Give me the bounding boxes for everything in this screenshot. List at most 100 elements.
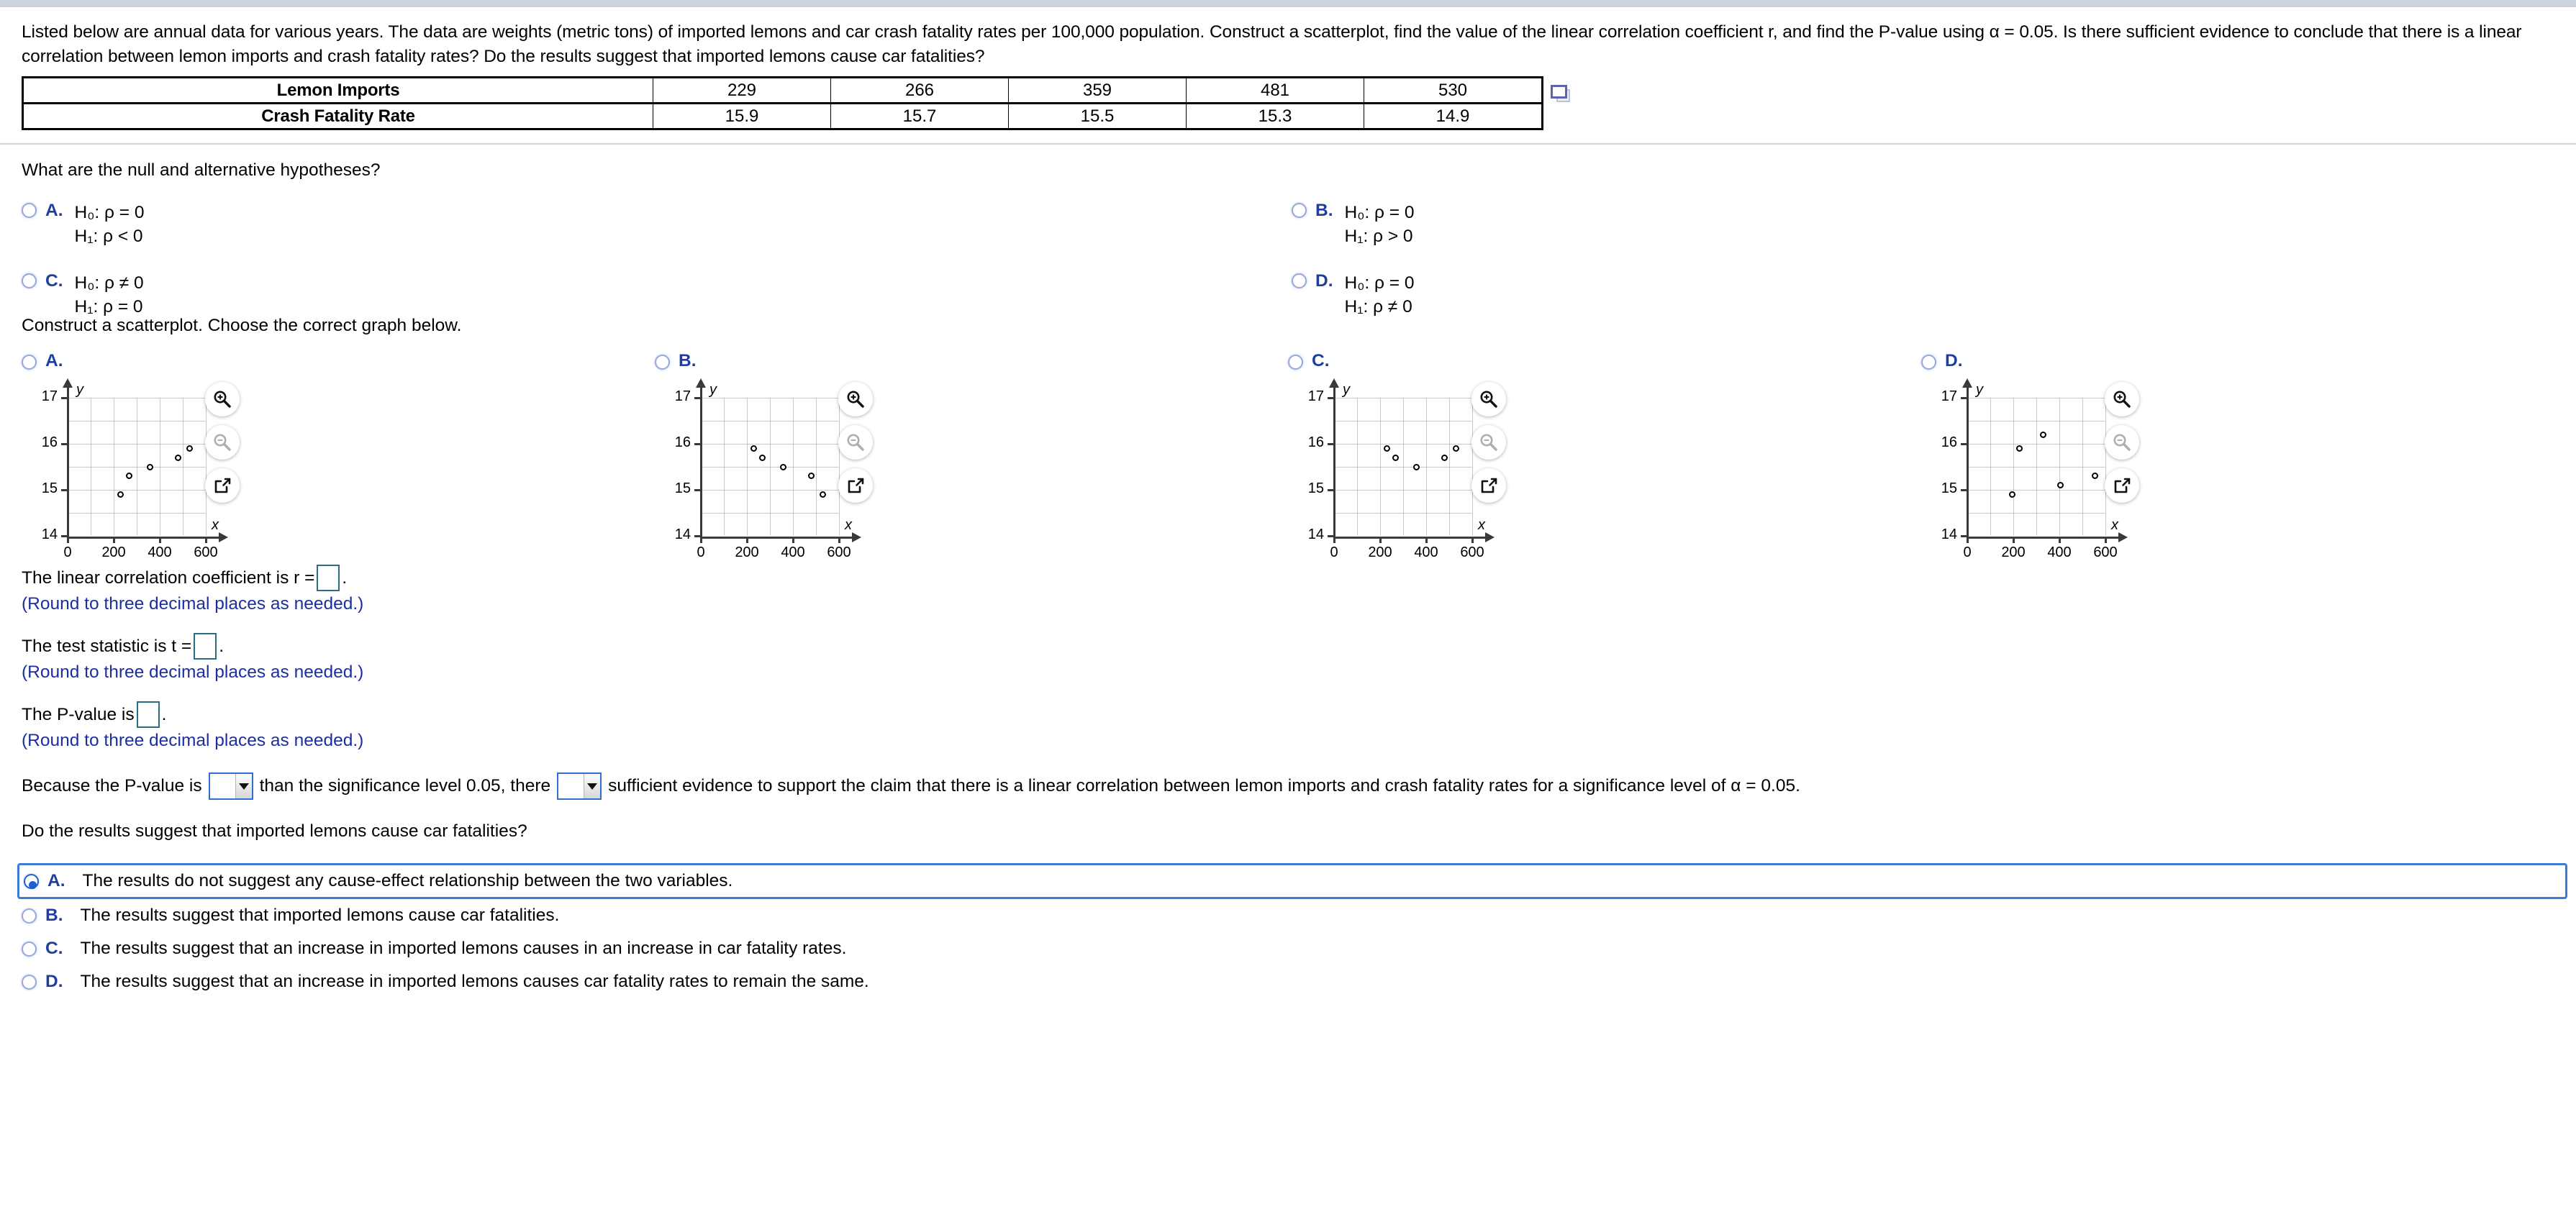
- scatterplot-option-header[interactable]: C.: [1288, 351, 1525, 370]
- data-point: [147, 463, 154, 470]
- chevron-down-icon[interactable]: [235, 774, 252, 798]
- copy-to-clipboard-icon[interactable]: [1551, 85, 1570, 102]
- data-point: [750, 445, 757, 452]
- y-axis: [1962, 378, 1972, 539]
- y-tick-label: 14: [41, 527, 58, 542]
- option-letter: C.: [1312, 351, 1330, 370]
- y-tick-label: 14: [1307, 527, 1324, 542]
- radio-button[interactable]: [22, 203, 37, 218]
- radio-button[interactable]: [24, 873, 39, 889]
- chevron-down-icon[interactable]: [584, 774, 601, 798]
- data-point: [2008, 491, 2015, 498]
- scatterplot-graph[interactable]: 14 15 16 17 0 200 400 600 y x: [22, 378, 259, 560]
- scatterplot-graph[interactable]: 14 15 16 17 0 200 400 600 y x: [655, 378, 892, 560]
- plot-toolbar: [1471, 382, 1506, 511]
- null-hypothesis: H₀: ρ = 0: [1344, 273, 1415, 293]
- x-tick: [700, 537, 702, 543]
- zoom-in-icon[interactable]: [838, 382, 873, 416]
- pop-out-icon[interactable]: [1471, 468, 1506, 503]
- cell: 15.9: [653, 103, 831, 129]
- radio-button[interactable]: [655, 355, 670, 370]
- radio-button[interactable]: [22, 273, 37, 288]
- final-option-d[interactable]: D. The results suggest that an increase i…: [22, 965, 2576, 998]
- y-tick-label: 15: [1307, 480, 1324, 496]
- radio-button[interactable]: [1292, 273, 1307, 288]
- plot-grid: [1334, 398, 1473, 536]
- y-axis-label: y: [1976, 382, 1983, 398]
- scatterplot-option-b[interactable]: B. 14 15 16 17 0 200 400 600 y x: [655, 351, 892, 560]
- option-letter: A.: [45, 351, 63, 370]
- y-axis-label: y: [76, 382, 83, 398]
- x-axis-label: x: [1478, 517, 1485, 533]
- radio-button[interactable]: [1292, 203, 1307, 218]
- row-label-lemon-imports: Lemon Imports: [22, 77, 653, 104]
- zoom-out-icon[interactable]: [2105, 425, 2139, 460]
- y-tick: [61, 443, 68, 445]
- scatterplot-option-header[interactable]: B.: [655, 351, 892, 370]
- zoom-out-icon[interactable]: [205, 425, 240, 460]
- cell: 15.5: [1008, 103, 1187, 129]
- hypothesis-option-d[interactable]: D. H₀: ρ = 0 H₁: ρ ≠ 0: [1292, 271, 1414, 319]
- problem-statement: Listed below are annual data for various…: [22, 22, 2522, 66]
- t-input[interactable]: [194, 633, 217, 660]
- option-text: The results do not suggest any cause-eff…: [82, 871, 733, 890]
- pop-out-icon[interactable]: [205, 468, 240, 503]
- p-value-input[interactable]: [136, 701, 160, 728]
- pop-out-icon[interactable]: [2105, 468, 2139, 503]
- radio-button[interactable]: [22, 974, 37, 990]
- scatterplot-option-header[interactable]: A.: [22, 351, 259, 370]
- y-tick-label: 16: [1941, 434, 1957, 450]
- y-axis-label: y: [709, 382, 717, 398]
- final-option-b[interactable]: B. The results suggest that imported lemo…: [22, 899, 2576, 932]
- data-point: [125, 473, 132, 480]
- null-hypothesis: H₀: ρ = 0: [74, 203, 145, 222]
- zoom-in-icon[interactable]: [1471, 382, 1506, 416]
- p-note: (Round to three decimal places as needed…: [22, 731, 364, 750]
- x-tick: [1379, 537, 1382, 543]
- hypothesis-option-b[interactable]: B. H₀: ρ = 0 H₁: ρ > 0: [1292, 201, 1414, 248]
- zoom-out-icon[interactable]: [1471, 425, 1506, 460]
- radio-button[interactable]: [1921, 355, 1936, 370]
- final-option-c[interactable]: C. The results suggest that an increase i…: [22, 932, 2576, 965]
- x-tick-label: 0: [697, 544, 705, 560]
- evidence-dropdown[interactable]: [557, 772, 602, 800]
- scatterplot-option-a[interactable]: A. 14 15 16 17 0 200 400 600 y x: [22, 351, 259, 560]
- y-tick-label: 15: [1941, 480, 1957, 496]
- pop-out-icon[interactable]: [838, 468, 873, 503]
- scatterplot-graph[interactable]: 14 15 16 17 0 200 400 600 y x: [1921, 378, 2159, 560]
- final-option-a[interactable]: A. The results do not suggest any cause-e…: [17, 863, 2567, 899]
- x-axis-label: x: [212, 517, 219, 533]
- scatterplot-graph[interactable]: 14 15 16 17 0 200 400 600 y x: [1288, 378, 1525, 560]
- radio-button[interactable]: [22, 355, 37, 370]
- cell: 15.3: [1186, 103, 1364, 129]
- x-tick-label: 200: [101, 544, 126, 560]
- t-note: (Round to three decimal places as needed…: [22, 662, 364, 682]
- radio-button[interactable]: [1288, 355, 1303, 370]
- null-hypothesis: H₀: ρ ≠ 0: [74, 273, 144, 293]
- zoom-in-icon[interactable]: [2105, 382, 2139, 416]
- cell: 266: [830, 77, 1009, 104]
- zoom-out-icon[interactable]: [838, 425, 873, 460]
- hypothesis-option-a[interactable]: A. H₀: ρ = 0 H₁: ρ < 0: [22, 201, 144, 248]
- r-input[interactable]: [317, 565, 340, 591]
- plot-grid: [1967, 398, 2106, 536]
- x-tick: [1333, 537, 1335, 543]
- x-axis: [1967, 532, 2128, 542]
- scatterplot-option-c[interactable]: C. 14 15 16 17 0 200 400 600 y x: [1288, 351, 1525, 560]
- radio-button[interactable]: [22, 941, 37, 957]
- alt-hypothesis: H₁: ρ < 0: [74, 227, 143, 246]
- x-tick: [2105, 537, 2107, 543]
- x-tick: [1471, 537, 1474, 543]
- scatterplot-option-d[interactable]: D. 14 15 16 17 0 200 400 600 y x: [1921, 351, 2159, 560]
- data-point: [1392, 454, 1399, 461]
- y-tick-label: 15: [41, 480, 58, 496]
- scatterplot-option-header[interactable]: D.: [1921, 351, 2159, 370]
- x-tick: [113, 537, 115, 543]
- x-tick-label: 0: [1963, 544, 1972, 560]
- comparison-dropdown[interactable]: [208, 772, 253, 800]
- hypothesis-option-c[interactable]: C. H₀: ρ ≠ 0 H₁: ρ = 0: [22, 271, 144, 319]
- radio-button[interactable]: [22, 908, 37, 924]
- zoom-in-icon[interactable]: [205, 382, 240, 416]
- conclusion-mid: than the significance level 0.05, there: [259, 776, 551, 796]
- y-tick-label: 14: [674, 527, 691, 542]
